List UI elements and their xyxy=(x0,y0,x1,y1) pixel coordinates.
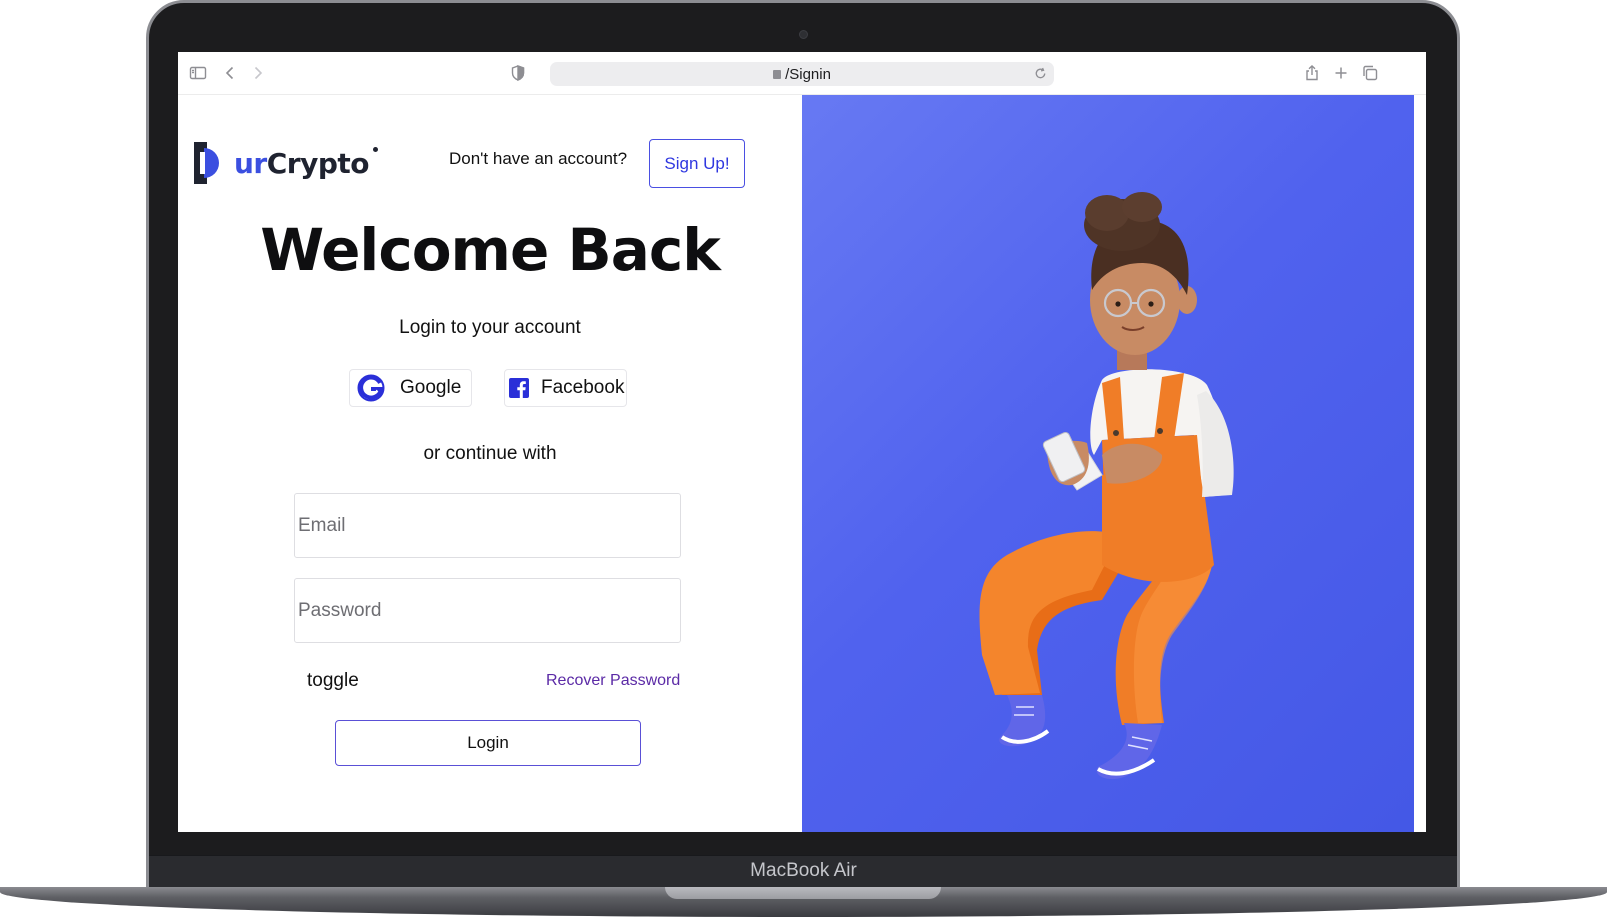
new-tab-icon[interactable] xyxy=(1331,63,1351,83)
illustration-panel xyxy=(802,95,1414,832)
google-icon xyxy=(357,374,385,402)
browser-toolbar: /Signin xyxy=(178,52,1426,95)
divider-text: or continue with xyxy=(423,443,557,464)
recover-password-link[interactable]: Recover Password xyxy=(546,672,680,690)
share-icon[interactable] xyxy=(1302,63,1322,83)
logo-mark-icon xyxy=(194,142,219,184)
right-gutter xyxy=(1414,95,1426,832)
signup-button[interactable]: Sign Up! xyxy=(649,139,745,188)
password-field[interactable] xyxy=(294,578,681,643)
page-subtitle: Login to your account xyxy=(399,317,581,338)
logo-prefix: ur xyxy=(234,146,267,180)
email-field[interactable] xyxy=(294,493,681,558)
lock-icon xyxy=(773,70,782,79)
address-bar[interactable]: /Signin xyxy=(550,62,1054,86)
facebook-label: Facebook xyxy=(541,377,625,398)
brand-logo[interactable]: urCrypto xyxy=(194,141,379,185)
sidebar-icon[interactable] xyxy=(188,63,208,83)
tabs-overview-icon[interactable] xyxy=(1360,63,1380,83)
signin-page: urCrypto Don't have an account? Sign Up!… xyxy=(178,95,1426,832)
back-icon[interactable] xyxy=(220,63,240,83)
facebook-icon xyxy=(509,378,529,398)
logo-suffix: Crypto xyxy=(266,146,370,180)
logo-dot xyxy=(373,146,379,152)
device-label: MacBook Air xyxy=(750,860,857,881)
facebook-login-button[interactable]: Facebook xyxy=(504,369,627,407)
url-text: /Signin xyxy=(785,66,831,83)
signup-prompt: Don't have an account? xyxy=(449,149,628,168)
google-label: Google xyxy=(400,377,462,398)
page-title: Welcome Back xyxy=(260,216,721,284)
shield-icon[interactable] xyxy=(508,63,528,83)
google-login-button[interactable]: Google xyxy=(349,369,472,407)
login-button[interactable]: Login xyxy=(335,720,641,766)
laptop-base-notch xyxy=(665,887,941,899)
person-illustration xyxy=(979,192,1234,780)
reload-icon[interactable] xyxy=(1033,66,1048,81)
forward-icon[interactable] xyxy=(248,63,268,83)
remember-toggle[interactable]: toggle xyxy=(307,670,359,692)
screen: /Signin urCrypto Don't have an account? … xyxy=(178,52,1426,832)
camera xyxy=(799,30,808,39)
